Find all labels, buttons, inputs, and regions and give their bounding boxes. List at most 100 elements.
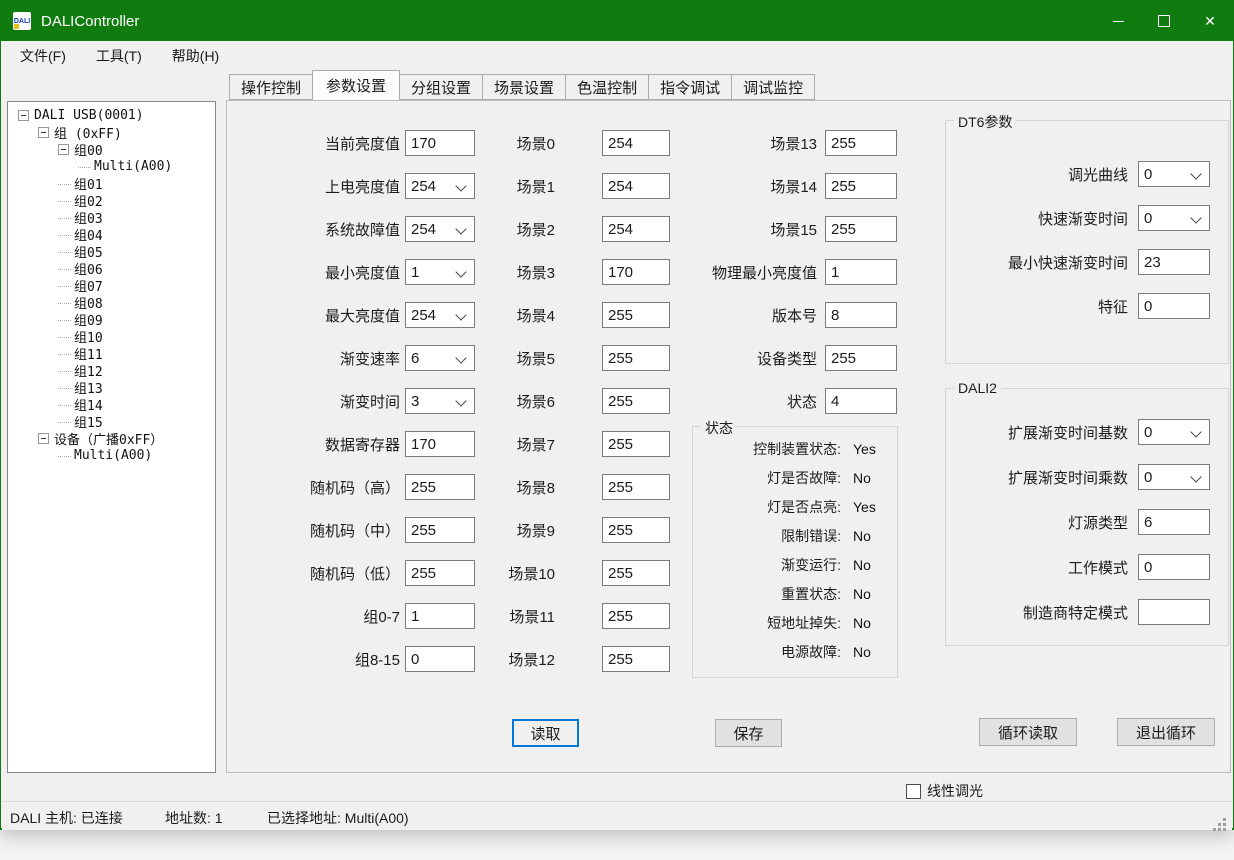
field-input[interactable]: 255: [405, 517, 475, 543]
tree-node[interactable]: 组07: [8, 277, 215, 294]
tree-node[interactable]: 组02: [8, 192, 215, 209]
tree-node[interactable]: 组00: [8, 141, 215, 158]
collapse-icon[interactable]: [38, 433, 49, 444]
status-row: 电源故障: No: [693, 642, 897, 662]
tree-node[interactable]: 组13: [8, 379, 215, 396]
field-input[interactable]: 8: [825, 302, 897, 328]
field-input[interactable]: 254: [405, 216, 475, 242]
field-input[interactable]: 255: [602, 603, 670, 629]
chevron-down-icon[interactable]: [455, 395, 466, 406]
chevron-down-icon[interactable]: [1190, 426, 1201, 437]
field-input[interactable]: 255: [825, 216, 897, 242]
field-input[interactable]: 0: [405, 646, 475, 672]
tree-node[interactable]: 组05: [8, 243, 215, 260]
chevron-down-icon[interactable]: [455, 266, 466, 277]
field-input[interactable]: 170: [405, 130, 475, 156]
chevron-down-icon[interactable]: [1190, 471, 1201, 482]
field-input[interactable]: 255: [602, 474, 670, 500]
field-input[interactable]: 255: [602, 560, 670, 586]
resize-grip-icon[interactable]: [1223, 818, 1226, 821]
field-input[interactable]: 0: [1138, 464, 1210, 490]
field-input[interactable]: [1138, 599, 1210, 625]
chevron-down-icon[interactable]: [455, 180, 466, 191]
field-input[interactable]: 3: [405, 388, 475, 414]
chevron-down-icon[interactable]: [455, 352, 466, 363]
field-label: 场景3: [467, 262, 555, 283]
loop-read-button[interactable]: 循环读取: [979, 718, 1077, 746]
field-input[interactable]: 255: [602, 431, 670, 457]
tree-node[interactable]: 组03: [8, 209, 215, 226]
tree-node[interactable]: DALI USB(0001): [8, 107, 215, 124]
field-input[interactable]: 254: [405, 173, 475, 199]
chevron-down-icon[interactable]: [455, 223, 466, 234]
field-input[interactable]: 255: [602, 517, 670, 543]
tab[interactable]: 参数设置: [312, 70, 400, 100]
field-input[interactable]: 0: [1138, 293, 1210, 319]
field-input[interactable]: 0: [1138, 205, 1210, 231]
chevron-down-icon[interactable]: [1190, 168, 1201, 179]
menu-help[interactable]: 帮助(H): [160, 41, 231, 71]
collapse-icon[interactable]: [38, 127, 49, 138]
status-row: 灯是否点亮: Yes: [693, 497, 897, 517]
chevron-down-icon[interactable]: [455, 309, 466, 320]
field-input[interactable]: 255: [602, 646, 670, 672]
tree-connector: [58, 234, 71, 236]
maximize-button[interactable]: [1141, 1, 1187, 41]
tree-node[interactable]: 组06: [8, 260, 215, 277]
field-input[interactable]: 0: [1138, 419, 1210, 445]
tree-node[interactable]: 组04: [8, 226, 215, 243]
tree-node[interactable]: Multi(A00): [8, 447, 215, 464]
field-input[interactable]: 255: [825, 130, 897, 156]
menu-tools[interactable]: 工具(T): [84, 41, 154, 71]
field-input[interactable]: 255: [825, 345, 897, 371]
tab[interactable]: 色温控制: [565, 74, 649, 100]
tab[interactable]: 指令调试: [648, 74, 732, 100]
tab[interactable]: 调试监控: [731, 74, 815, 100]
tab[interactable]: 分组设置: [399, 74, 483, 100]
minimize-button[interactable]: [1095, 1, 1141, 41]
read-button[interactable]: 读取: [512, 719, 579, 747]
field-input[interactable]: 23: [1138, 249, 1210, 275]
tree-node[interactable]: 组15: [8, 413, 215, 430]
field-input[interactable]: 1: [405, 259, 475, 285]
tree-node[interactable]: 组 (0xFF): [8, 124, 215, 141]
field-input[interactable]: 0: [1138, 161, 1210, 187]
field-input[interactable]: 255: [405, 474, 475, 500]
save-button[interactable]: 保存: [715, 719, 782, 747]
status-value: No: [853, 557, 871, 573]
field-input[interactable]: 1: [405, 603, 475, 629]
tree-node[interactable]: 组08: [8, 294, 215, 311]
linear-dimming-checkbox[interactable]: [906, 784, 921, 799]
status-label: 重置状态:: [693, 584, 841, 604]
field-input[interactable]: 1: [825, 259, 897, 285]
field-value: 255: [608, 608, 633, 625]
field-input[interactable]: 254: [405, 302, 475, 328]
field-input[interactable]: 255: [825, 173, 897, 199]
tree-node[interactable]: 设备（广播0xFF）: [8, 430, 215, 447]
chevron-down-icon[interactable]: [1190, 212, 1201, 223]
field-input[interactable]: 4: [825, 388, 897, 414]
tree-node[interactable]: Multi(A00): [8, 158, 215, 175]
exit-loop-button[interactable]: 退出循环: [1117, 718, 1215, 746]
tree-node[interactable]: 组14: [8, 396, 215, 413]
field-input[interactable]: 6: [405, 345, 475, 371]
field-input[interactable]: 0: [1138, 554, 1210, 580]
menu-file[interactable]: 文件(F): [8, 41, 78, 71]
collapse-icon[interactable]: [58, 144, 69, 155]
param-row: 最大亮度值 254: [232, 302, 475, 328]
tree-node[interactable]: 组12: [8, 362, 215, 379]
tree-node[interactable]: 组10: [8, 328, 215, 345]
param-row: 随机码（中） 255: [232, 517, 475, 543]
tree-node[interactable]: 组11: [8, 345, 215, 362]
collapse-icon[interactable]: [18, 110, 29, 121]
field-value: 254: [411, 221, 436, 238]
tree-node[interactable]: 组01: [8, 175, 215, 192]
tab[interactable]: 场景设置: [482, 74, 566, 100]
field-input[interactable]: 255: [405, 560, 475, 586]
param-row: 渐变时间 3: [232, 388, 475, 414]
close-button[interactable]: ✕: [1187, 1, 1233, 41]
tree-node[interactable]: 组09: [8, 311, 215, 328]
tab[interactable]: 操作控制: [229, 74, 313, 100]
field-input[interactable]: 170: [405, 431, 475, 457]
field-input[interactable]: 6: [1138, 509, 1210, 535]
